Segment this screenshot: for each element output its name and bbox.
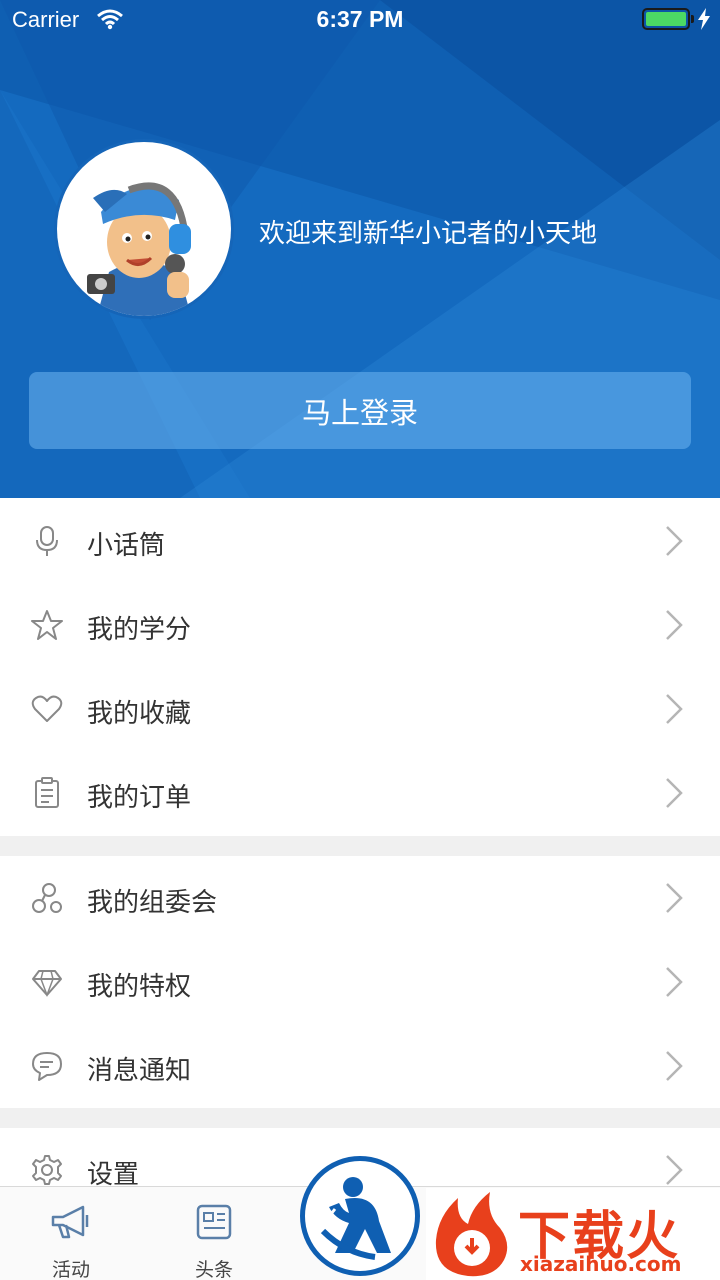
battery-nub <box>691 15 694 23</box>
watermark: 下载火 xiazaihuo.com <box>426 1188 720 1280</box>
clipboard-icon <box>35 777 59 808</box>
login-button[interactable]: 马上登录 <box>29 372 691 449</box>
center-reporter-button[interactable] <box>300 1156 420 1276</box>
star-icon <box>31 610 63 640</box>
flame-logo-icon <box>435 1192 508 1277</box>
section-divider <box>0 836 720 856</box>
megaphone-icon <box>51 1205 89 1239</box>
chevron-right-icon <box>666 883 683 913</box>
reporter-mascot-avatar-icon <box>87 182 191 316</box>
menu-item-label: 小话筒 <box>87 531 166 561</box>
menu-group-2: 我的组委会 我的特权 消息通知 <box>0 856 720 1108</box>
chevron-right-icon <box>666 967 683 997</box>
tab-headlines[interactable]: 头条 <box>169 1187 259 1280</box>
menu-item-label: 消息通知 <box>87 1056 192 1086</box>
charging-bolt-icon <box>698 8 710 30</box>
people-icon <box>32 883 62 913</box>
microphone-icon <box>36 526 58 556</box>
menu-item-label: 我的订单 <box>87 783 192 813</box>
menu-group-1: 小话筒 我的学分 我的收藏 我的订单 <box>0 499 720 835</box>
status-time: 6:37 PM <box>316 6 404 32</box>
menu-item-credits[interactable]: 我的学分 <box>0 583 720 667</box>
menu-item-notifications[interactable]: 消息通知 <box>0 1024 720 1108</box>
menu-item-favorites[interactable]: 我的收藏 <box>0 667 720 751</box>
menu-item-label: 我的组委会 <box>87 888 218 918</box>
tab-label: 活动 <box>51 1259 90 1280</box>
chevron-right-icon <box>666 1155 683 1185</box>
chevron-right-icon <box>666 1051 683 1081</box>
chat-bubble-icon <box>32 1052 62 1081</box>
tab-label: 头条 <box>194 1259 233 1280</box>
chevron-right-icon <box>666 778 683 808</box>
menu-item-label: 我的特权 <box>87 972 192 1002</box>
menu-item-label: 我的学分 <box>87 615 192 645</box>
battery-level <box>646 12 686 26</box>
status-bar: Carrier 6:37 PM <box>0 0 720 40</box>
avatar[interactable] <box>57 142 231 316</box>
chevron-right-icon <box>666 610 683 640</box>
section-divider <box>0 1108 720 1128</box>
battery-icon <box>642 8 690 30</box>
diamond-icon <box>32 970 62 998</box>
chevron-right-icon <box>666 526 683 556</box>
gear-icon <box>32 1155 62 1185</box>
profile-header: Carrier 6:37 PM 欢迎来到新华小记者的小天地 马上登录 <box>0 0 720 498</box>
menu-item-microphone[interactable]: 小话筒 <box>0 499 720 583</box>
heart-icon <box>31 695 63 722</box>
menu-item-label: 我的收藏 <box>87 699 192 729</box>
reporter-logo-icon <box>312 1168 408 1264</box>
tab-activities[interactable]: 活动 <box>26 1187 116 1280</box>
menu-item-privileges[interactable]: 我的特权 <box>0 940 720 1024</box>
watermark-url: xiazaihuo.com <box>520 1252 682 1276</box>
news-icon <box>196 1204 232 1240</box>
menu-item-orders[interactable]: 我的订单 <box>0 751 720 835</box>
chevron-right-icon <box>666 694 683 724</box>
menu-item-committee[interactable]: 我的组委会 <box>0 856 720 940</box>
welcome-text: 欢迎来到新华小记者的小天地 <box>259 219 598 249</box>
